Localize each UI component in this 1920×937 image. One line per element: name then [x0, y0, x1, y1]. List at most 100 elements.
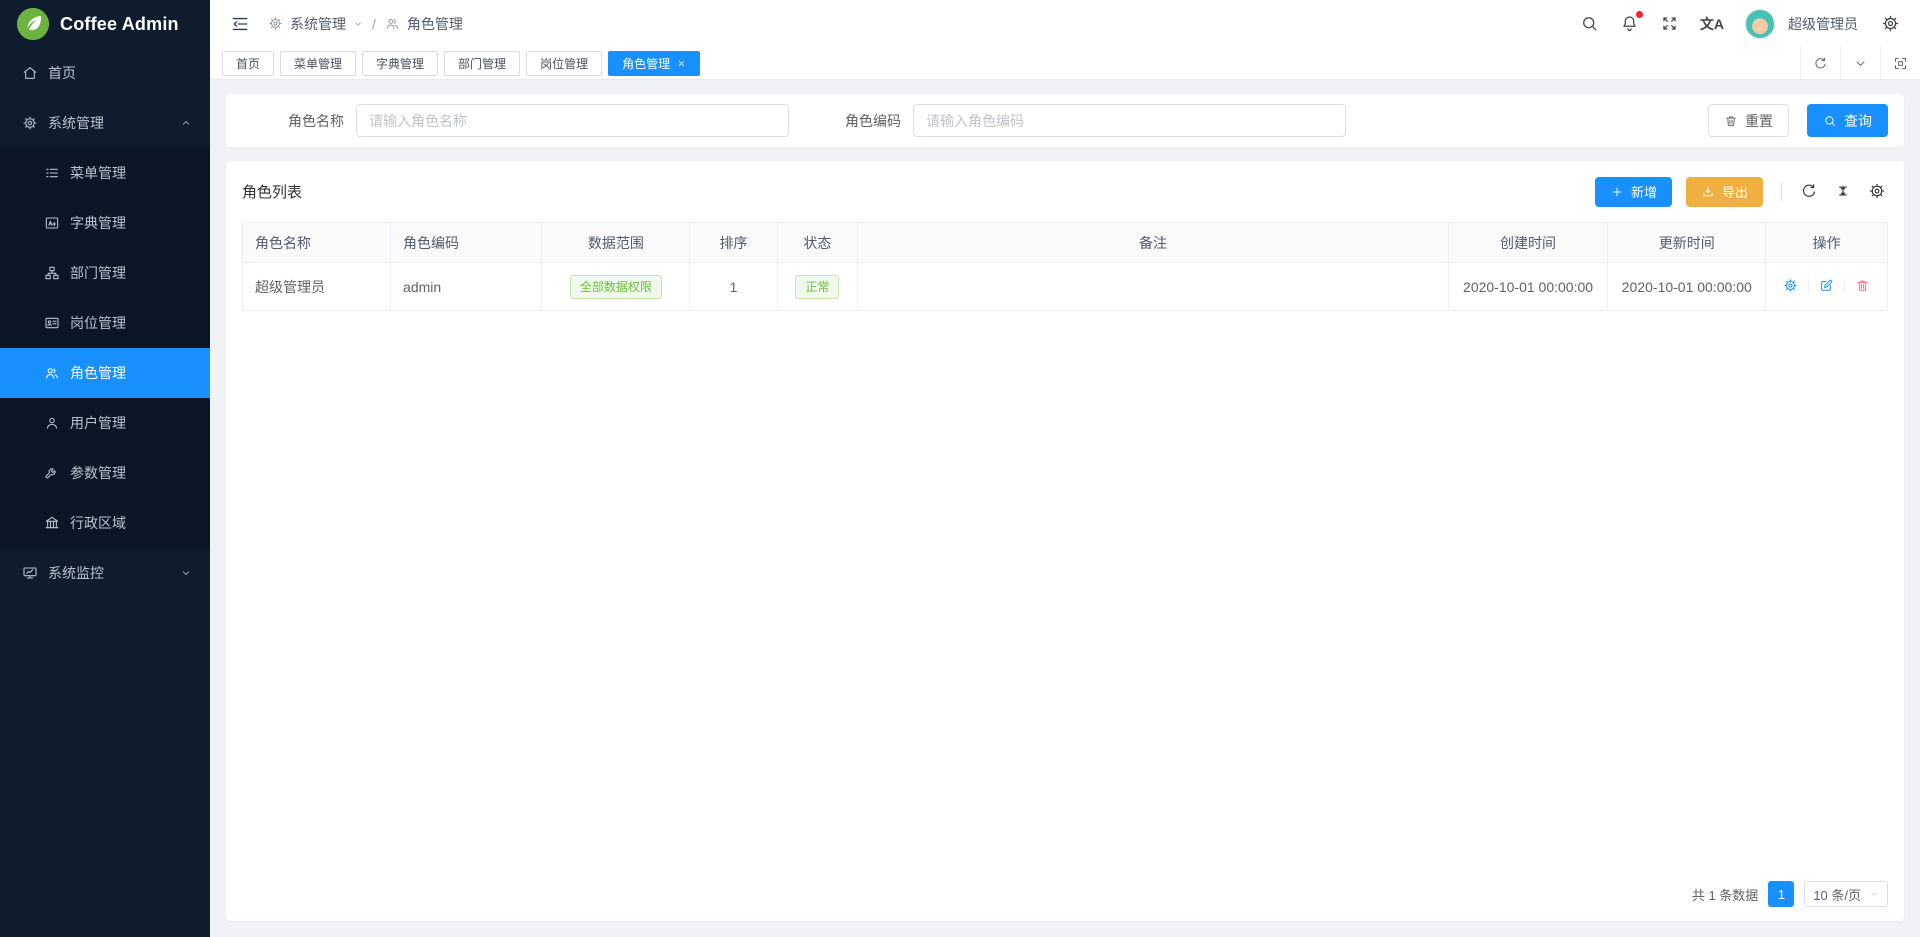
col-role-name: 角色名称 — [243, 223, 391, 263]
export-button[interactable]: 导出 — [1686, 177, 1763, 207]
sidebar-item-role-management[interactable]: 角色管理 — [0, 348, 210, 398]
tab-menu-management[interactable]: 菜单管理 — [280, 51, 356, 76]
role-code-label: 角色编码 — [845, 111, 901, 131]
breadcrumb-separator: / — [372, 16, 376, 32]
user-avatar[interactable] — [1745, 9, 1775, 39]
menu-fold-icon[interactable] — [230, 14, 250, 34]
query-button[interactable]: 查询 — [1807, 104, 1888, 137]
main-area: 系统管理 / 角色管理 文A 超级管理员 首页 菜 — [210, 0, 1920, 937]
header-actions: 文A 超级管理员 — [1580, 9, 1900, 39]
breadcrumb-item-system[interactable]: 系统管理 — [290, 14, 346, 34]
cell-remark — [858, 263, 1449, 311]
sidebar-item-dept-management[interactable]: 部门管理 — [0, 248, 210, 298]
role-name-input[interactable] — [356, 104, 789, 137]
edit-icon[interactable] — [1819, 278, 1834, 293]
top-header: 系统管理 / 角色管理 文A 超级管理员 — [210, 0, 1920, 47]
reset-button-label: 重置 — [1745, 111, 1773, 131]
add-button-label: 新增 — [1631, 182, 1657, 201]
close-icon[interactable] — [677, 59, 686, 68]
role-code-input[interactable] — [913, 104, 1346, 137]
search-icon[interactable] — [1580, 14, 1599, 33]
page-size-select[interactable]: 10 条/页 — [1804, 881, 1888, 907]
role-icon — [385, 16, 400, 31]
sidebar-item-post-management[interactable]: 岗位管理 — [0, 298, 210, 348]
toolbar-divider — [1781, 183, 1782, 201]
sidebar-item-label: 首页 — [48, 63, 76, 83]
permission-gear-icon[interactable] — [1783, 278, 1798, 293]
translate-icon[interactable]: 文A — [1700, 14, 1724, 34]
dict-icon — [44, 215, 60, 231]
tab-bar: 首页 菜单管理 字典管理 部门管理 岗位管理 角色管理 — [210, 47, 1920, 80]
pagination-total: 共 1 条数据 — [1692, 885, 1758, 904]
chevron-down-icon — [1853, 56, 1868, 71]
search-actions: 重置 查询 — [1708, 104, 1888, 137]
sidebar-item-system-management[interactable]: 系统管理 — [0, 98, 210, 148]
sidebar-item-label: 参数管理 — [70, 463, 126, 483]
id-card-icon — [44, 315, 60, 331]
sidebar-item-home[interactable]: 首页 — [0, 48, 210, 98]
sidebar: Coffee Admin 首页 系统管理 菜单管理 字典管理 — [0, 0, 210, 937]
sidebar-item-label: 角色管理 — [70, 363, 126, 383]
gear-icon — [1868, 182, 1886, 200]
sidebar-item-admin-region[interactable]: 行政区域 — [0, 498, 210, 548]
reset-button[interactable]: 重置 — [1708, 104, 1789, 137]
tab-home[interactable]: 首页 — [222, 51, 274, 76]
role-name-field: 角色名称 — [288, 104, 789, 137]
refresh-icon — [1800, 182, 1818, 200]
sidebar-item-dict-management[interactable]: 字典管理 — [0, 198, 210, 248]
tab-dept-management[interactable]: 部门管理 — [444, 51, 520, 76]
query-button-label: 查询 — [1844, 111, 1872, 131]
monitor-icon — [22, 565, 38, 581]
tab-options-button[interactable] — [1840, 47, 1880, 79]
table-row: 超级管理员 admin 全部数据权限 1 正常 2020-10-01 00:00… — [243, 263, 1888, 311]
table-header-row: 角色名称 角色编码 数据范围 排序 状态 备注 创建时间 更新时间 操作 — [243, 223, 1888, 263]
action-divider — [1808, 279, 1809, 292]
tab-dict-management[interactable]: 字典管理 — [362, 51, 438, 76]
cell-status: 正常 — [777, 263, 858, 311]
settings-gear-icon[interactable] — [1881, 14, 1900, 33]
sidebar-item-label: 系统管理 — [48, 113, 104, 133]
role-name-label: 角色名称 — [288, 111, 344, 131]
col-sort: 排序 — [690, 223, 777, 263]
notification-bell[interactable] — [1620, 14, 1639, 33]
fullscreen-icon[interactable] — [1660, 14, 1679, 33]
col-remark: 备注 — [858, 223, 1449, 263]
sidebar-item-system-monitor[interactable]: 系统监控 — [0, 548, 210, 598]
chevron-up-icon — [180, 117, 192, 129]
refresh-tab-button[interactable] — [1800, 47, 1840, 79]
tab-post-management[interactable]: 岗位管理 — [526, 51, 602, 76]
app-root: Coffee Admin 首页 系统管理 菜单管理 字典管理 — [0, 0, 1920, 937]
role-icon — [44, 365, 60, 381]
sidebar-item-menu-management[interactable]: 菜单管理 — [0, 148, 210, 198]
refresh-table-button[interactable] — [1800, 182, 1820, 202]
tab-role-management[interactable]: 角色管理 — [608, 51, 700, 76]
gear-icon — [268, 16, 283, 31]
trash-icon — [1724, 114, 1738, 128]
column-settings-button[interactable] — [1868, 182, 1888, 202]
sidebar-item-param-management[interactable]: 参数管理 — [0, 448, 210, 498]
role-list-card: 角色列表 新增 导出 — [226, 161, 1904, 921]
page-button-1[interactable]: 1 — [1768, 881, 1794, 907]
content-fullscreen-button[interactable] — [1880, 47, 1920, 79]
card-header: 角色列表 新增 导出 — [242, 161, 1888, 222]
org-tree-icon — [44, 265, 60, 281]
cell-role-code: admin — [391, 263, 542, 311]
app-logo[interactable]: Coffee Admin — [0, 0, 210, 48]
sidebar-submenu-system: 菜单管理 字典管理 部门管理 岗位管理 角色管理 — [0, 148, 210, 548]
add-button[interactable]: 新增 — [1595, 177, 1672, 207]
density-button[interactable] — [1834, 182, 1854, 202]
search-form-card: 角色名称 角色编码 重置 查询 — [226, 94, 1904, 147]
tab-label: 岗位管理 — [540, 55, 588, 72]
user-name[interactable]: 超级管理员 — [1788, 14, 1858, 34]
search-icon — [1823, 114, 1837, 128]
page-content: 角色名称 角色编码 重置 查询 — [210, 80, 1920, 937]
tab-controls — [1800, 47, 1920, 79]
refresh-icon — [1813, 56, 1828, 71]
sidebar-item-user-management[interactable]: 用户管理 — [0, 398, 210, 448]
download-icon — [1701, 185, 1715, 199]
delete-icon[interactable] — [1855, 278, 1870, 293]
bank-icon — [44, 515, 60, 531]
col-updated: 更新时间 — [1608, 223, 1766, 263]
breadcrumb-item-role: 角色管理 — [407, 14, 463, 34]
card-toolbar: 新增 导出 — [1595, 177, 1888, 207]
